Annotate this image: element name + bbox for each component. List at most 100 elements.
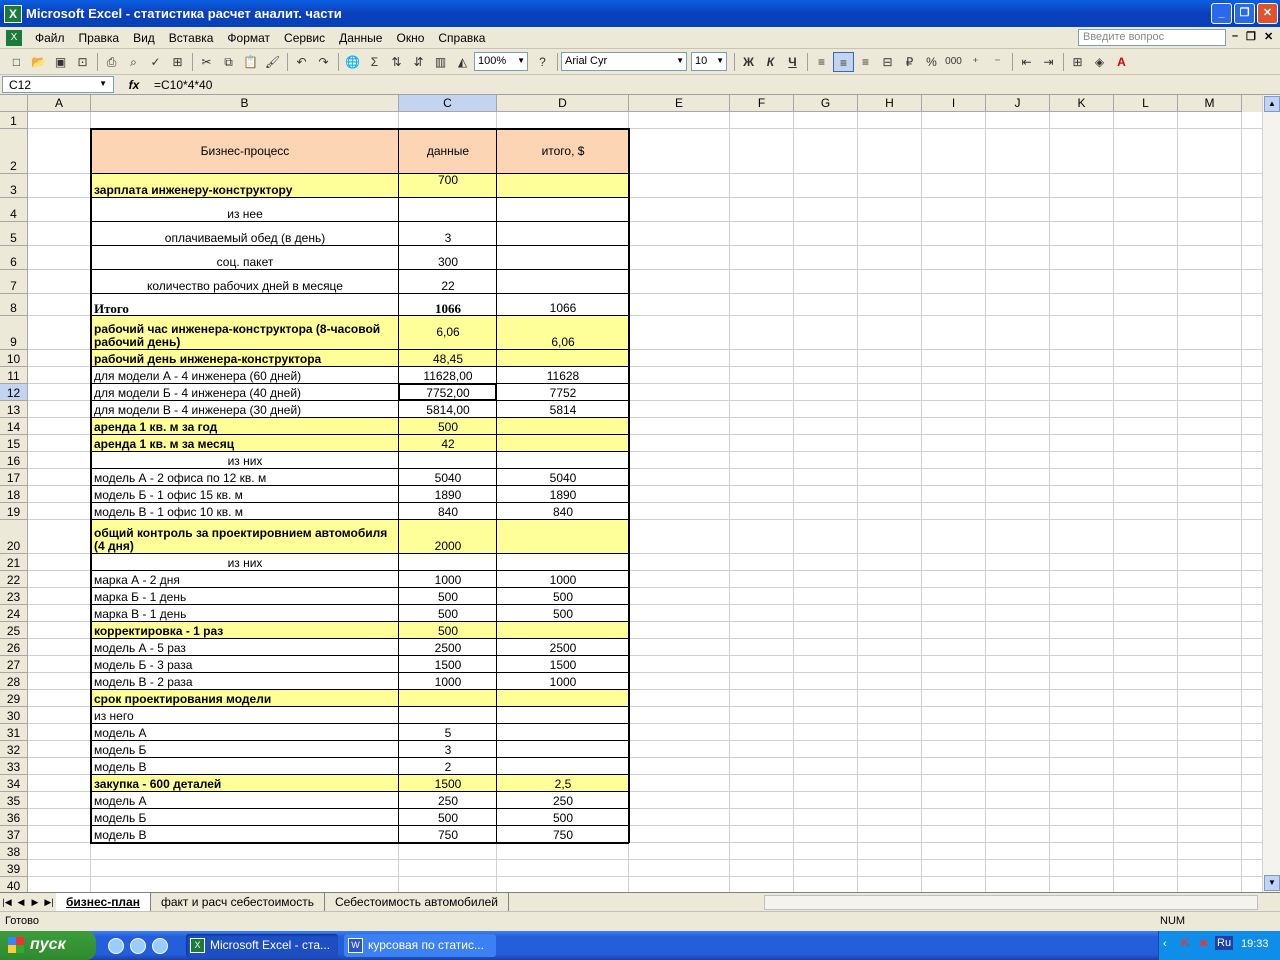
cell-D13[interactable]: 5814 xyxy=(497,401,629,418)
security-icon[interactable]: ✖ xyxy=(1199,937,1208,950)
header-data[interactable]: данные xyxy=(399,129,497,174)
row-header-10[interactable]: 10 xyxy=(0,350,28,367)
quicklaunch-ie-icon[interactable] xyxy=(130,938,146,954)
undo-icon[interactable]: ↶ xyxy=(291,52,312,72)
font-size-select[interactable]: 10 ▼ xyxy=(691,52,727,71)
row-header-28[interactable]: 28 xyxy=(0,673,28,690)
row-header-29[interactable]: 29 xyxy=(0,690,28,707)
cell-B34[interactable]: закупка - 600 деталей xyxy=(91,775,399,792)
formula-input[interactable]: =C10*4*40 xyxy=(154,78,212,92)
taskbar-word[interactable]: Wкурсовая по статис... xyxy=(344,934,496,957)
cell-D37[interactable]: 750 xyxy=(497,826,629,843)
merge-center-icon[interactable]: ⊟ xyxy=(877,52,898,72)
cell-D24[interactable]: 500 xyxy=(497,605,629,622)
tab-fact-cost[interactable]: факт и расч себестоимость xyxy=(151,892,325,912)
cell-D12[interactable]: 7752 xyxy=(497,384,629,401)
cell-D27[interactable]: 1500 xyxy=(497,656,629,673)
cell-B3[interactable]: зарплата инженеру-конструктору xyxy=(91,174,399,198)
menu-data[interactable]: Данные xyxy=(332,31,389,45)
cell-D23[interactable]: 500 xyxy=(497,588,629,605)
taskbar-excel[interactable]: X Microsoft Excel - ста... xyxy=(186,934,338,957)
col-header-G[interactable]: G xyxy=(794,95,858,112)
vertical-scrollbar[interactable]: ▲ ▼ xyxy=(1262,95,1280,892)
col-header-L[interactable]: L xyxy=(1114,95,1178,112)
cell-C8[interactable]: 1066 xyxy=(399,294,497,316)
cell-B31[interactable]: модель А xyxy=(91,724,399,741)
align-right-icon[interactable]: ≡ xyxy=(855,52,876,72)
cell-D30[interactable] xyxy=(497,707,629,724)
row-header-36[interactable]: 36 xyxy=(0,809,28,826)
cell-C14[interactable]: 500 xyxy=(399,418,497,435)
cell-B5[interactable]: оплачиваемый обед (в день) xyxy=(91,222,399,246)
print-preview-icon[interactable]: ⌕ xyxy=(123,52,144,72)
cell-B23[interactable]: марка Б - 1 день xyxy=(91,588,399,605)
col-header-M[interactable]: M xyxy=(1178,95,1242,112)
col-header-K[interactable]: K xyxy=(1050,95,1114,112)
name-box[interactable]: C12 ▼ xyxy=(2,76,114,93)
cell-C21[interactable] xyxy=(399,554,497,571)
cell-B8[interactable]: Итого xyxy=(91,294,399,316)
row-header-18[interactable]: 18 xyxy=(0,486,28,503)
cell-D9[interactable]: 6,06 xyxy=(497,316,629,350)
workbook-icon[interactable]: X xyxy=(6,29,22,46)
col-header-C[interactable]: C xyxy=(399,95,497,112)
sort-desc-icon[interactable]: ⇵ xyxy=(408,52,429,72)
col-header-F[interactable]: F xyxy=(730,95,794,112)
next-sheet-icon[interactable]: ▶ xyxy=(28,897,42,908)
cell-B10[interactable]: рабочий день инженера-конструктора xyxy=(91,350,399,367)
cell-C13[interactable]: 5814,00 xyxy=(399,401,497,418)
doc-close-icon[interactable]: ✕ xyxy=(1264,30,1273,43)
cell-D14[interactable] xyxy=(497,418,629,435)
cut-icon[interactable]: ✂ xyxy=(196,52,217,72)
cell-B19[interactable]: модель В - 1 офис 10 кв. м xyxy=(91,503,399,520)
align-left-icon[interactable]: ≡ xyxy=(811,52,832,72)
doc-minimize-icon[interactable]: – xyxy=(1232,30,1238,42)
cell-D21[interactable] xyxy=(497,554,629,571)
row-header-30[interactable]: 30 xyxy=(0,707,28,724)
cell-D32[interactable] xyxy=(497,741,629,758)
cell-B21[interactable]: из них xyxy=(91,554,399,571)
cell-C3[interactable]: 700 xyxy=(399,174,497,198)
thousands-button[interactable]: 000 xyxy=(943,52,964,72)
cell-B29[interactable]: срок проектирования модели xyxy=(91,690,399,707)
decrease-indent-icon[interactable]: ⇤ xyxy=(1016,52,1037,72)
row-header-4[interactable]: 4 xyxy=(0,198,28,222)
row-header-16[interactable]: 16 xyxy=(0,452,28,469)
tab-business-plan[interactable]: бизнес-план xyxy=(56,892,151,912)
cell-D22[interactable]: 1000 xyxy=(497,571,629,588)
cell-D10[interactable] xyxy=(497,350,629,367)
cell-D36[interactable]: 500 xyxy=(497,809,629,826)
save-icon[interactable]: ▣ xyxy=(50,52,71,72)
cell-B11[interactable]: для модели А - 4 инженера (60 дней) xyxy=(91,367,399,384)
tray-arrow-icon[interactable]: ‹ xyxy=(1163,938,1167,950)
research-icon[interactable]: ⊞ xyxy=(167,52,188,72)
cell-B13[interactable]: для модели В - 4 инженера (30 дней) xyxy=(91,401,399,418)
currency-icon[interactable]: ₽ xyxy=(899,52,920,72)
cell-B24[interactable]: марка В - 1 день xyxy=(91,605,399,622)
autosum-icon[interactable]: Σ xyxy=(364,52,385,72)
row-header-27[interactable]: 27 xyxy=(0,656,28,673)
hyperlink-icon[interactable]: 🌐 xyxy=(342,52,363,72)
italic-button[interactable]: К xyxy=(760,52,781,72)
cell-D18[interactable]: 1890 xyxy=(497,486,629,503)
cell-B6[interactable]: соц. пакет xyxy=(91,246,399,270)
row-header-35[interactable]: 35 xyxy=(0,792,28,809)
row-header-24[interactable]: 24 xyxy=(0,605,28,622)
row-header-8[interactable]: 8 xyxy=(0,294,28,316)
percent-button[interactable]: % xyxy=(921,52,942,72)
col-header-I[interactable]: I xyxy=(922,95,986,112)
cell-C36[interactable]: 500 xyxy=(399,809,497,826)
menu-view[interactable]: Вид xyxy=(126,31,162,45)
cell-B12[interactable]: для модели Б - 4 инженера (40 дней) xyxy=(91,384,399,401)
cell-B36[interactable]: модель Б xyxy=(91,809,399,826)
borders-icon[interactable]: ⊞ xyxy=(1067,52,1088,72)
row-header-6[interactable]: 6 xyxy=(0,246,28,270)
row-header-26[interactable]: 26 xyxy=(0,639,28,656)
row-header-22[interactable]: 22 xyxy=(0,571,28,588)
help-icon[interactable]: ? xyxy=(532,52,553,72)
sort-asc-icon[interactable]: ⇅ xyxy=(386,52,407,72)
select-all-corner[interactable] xyxy=(0,95,28,112)
cell-B15[interactable]: аренда 1 кв. м за месяц xyxy=(91,435,399,452)
row-header-9[interactable]: 9 xyxy=(0,316,28,350)
cell-C37[interactable]: 750 xyxy=(399,826,497,843)
